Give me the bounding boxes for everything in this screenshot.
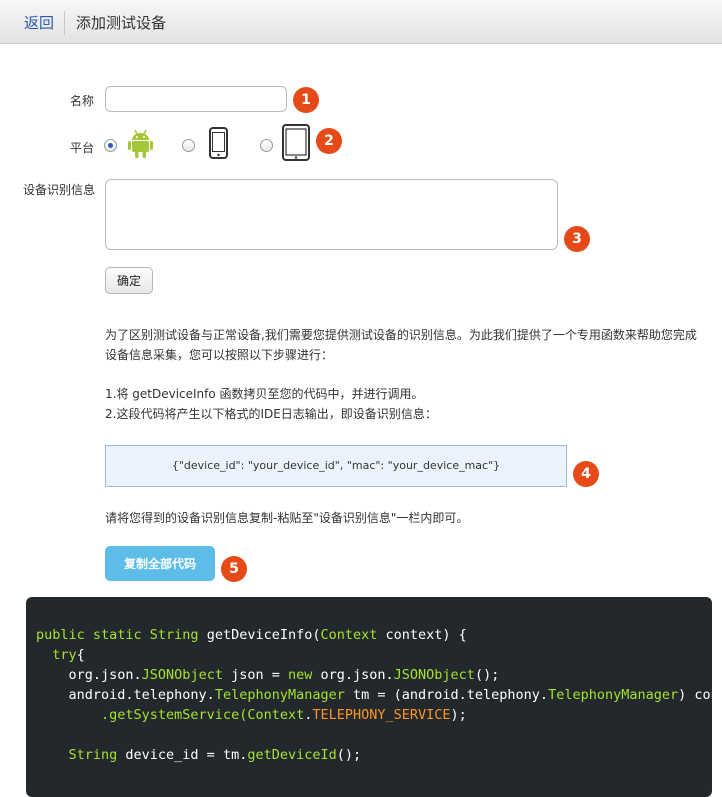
code-line-1: public static String getDeviceInfo(Conte… — [36, 627, 467, 643]
intro-line-2: 设备信息采集，您可以按照以下步骤进行： — [105, 348, 334, 362]
top-bar: 返回 添加测试设备 — [0, 0, 722, 44]
intro-line-1: 为了区别测试设备与正常设备,我们需要您提供测试设备的识别信息。为此我们提供了一个… — [105, 328, 697, 342]
step-2-text: 2.这段代码将产生以下格式的IDE日志输出，即设备识别信息： — [105, 407, 437, 421]
name-input[interactable] — [105, 86, 287, 112]
copy-all-code-button[interactable]: 复制全部代码 — [105, 546, 215, 581]
device-info-textarea[interactable] — [105, 179, 558, 250]
android-icon — [128, 129, 153, 158]
confirm-button[interactable]: 确定 — [105, 267, 153, 294]
phone-icon — [209, 127, 228, 159]
platform-radio-tablet[interactable] — [260, 139, 273, 152]
log-format-example: {"device_id": "your_device_id", "mac": "… — [105, 445, 567, 487]
paste-hint: 请将您得到的设备识别信息复制-粘贴至"设备识别信息"一栏内即可。 — [105, 511, 469, 525]
step-1-text: 1.将 getDeviceInfo 函数拷贝至您的代码中，并进行调用。 — [105, 387, 424, 401]
code-line-6: String device_id = tm.getDeviceId(); — [36, 747, 362, 763]
page-title: 添加测试设备 — [76, 14, 167, 32]
code-line-2: try{ — [36, 647, 85, 663]
platform-radio-android[interactable] — [104, 139, 117, 152]
step-badge-5: 5 — [221, 556, 247, 582]
step-badge-2: 2 — [316, 128, 342, 154]
back-link[interactable]: 返回 — [24, 12, 54, 33]
platform-label: 平台 — [70, 141, 95, 155]
topbar-divider — [64, 11, 65, 35]
name-label: 名称 — [70, 94, 95, 108]
platform-radio-phone[interactable] — [182, 139, 195, 152]
step-badge-4: 4 — [573, 461, 599, 487]
code-line-5: .getSystemService(Context.TELEPHONY_SERV… — [36, 707, 467, 723]
code-block: public static String getDeviceInfo(Conte… — [26, 597, 712, 797]
tablet-icon — [282, 124, 310, 161]
step-badge-3: 3 — [564, 226, 590, 252]
step-badge-1: 1 — [293, 87, 319, 113]
code-line-4: android.telephony.TelephonyManager tm = … — [36, 687, 713, 703]
device-info-label: 设备识别信息 — [23, 183, 96, 197]
code-line-3: org.json.JSONObject json = new org.json.… — [36, 667, 500, 683]
